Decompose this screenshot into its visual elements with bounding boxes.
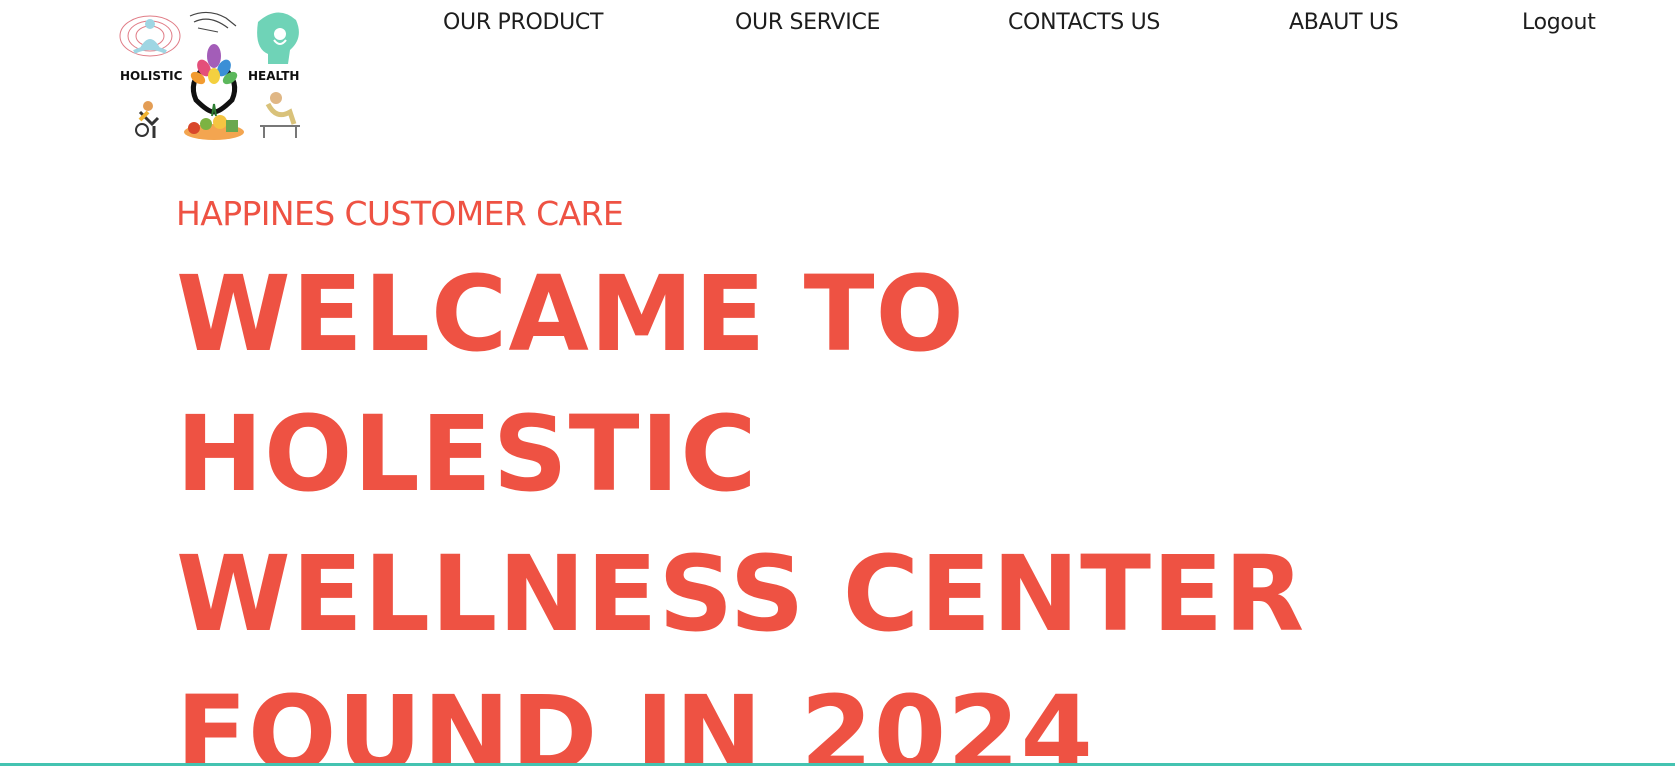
hero-section: HAPPINES CUSTOMER CARE WELCAME TO HOLEST…	[176, 194, 1576, 766]
nav-our-product[interactable]: OUR PRODUCT	[443, 10, 603, 36]
nav-logout[interactable]: Logout	[1522, 10, 1596, 36]
hero-title: WELCAME TO HOLESTIC WELLNESS CENTER FOUN…	[176, 253, 1306, 766]
main-nav: OUR PRODUCT OUR SERVICE CONTACTS US ABAU…	[0, 10, 1675, 50]
yoga-person-icon	[260, 92, 300, 138]
hero-subtitle: HAPPINES CUSTOMER CARE	[176, 194, 624, 233]
nav-contacts-us[interactable]: CONTACTS US	[1008, 10, 1160, 36]
logo-left-text: HOLISTIC	[120, 69, 183, 83]
lotus-hands-icon	[190, 44, 238, 115]
nav-our-service[interactable]: OUR SERVICE	[735, 10, 880, 36]
nav-about-us[interactable]: ABAUT US	[1289, 10, 1399, 36]
healthy-food-icon	[184, 103, 244, 140]
exercise-bike-icon	[135, 101, 160, 138]
page: HOLISTIC HEALTH OUR PRODUCT OUR SERVICE …	[0, 0, 1675, 766]
logo-right-text: HEALTH	[248, 69, 299, 83]
